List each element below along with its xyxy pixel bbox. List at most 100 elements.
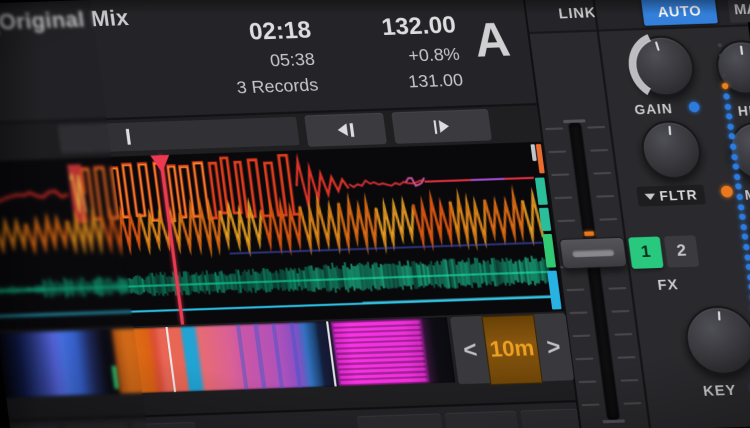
meter-dot xyxy=(745,264,750,270)
fader-tick xyxy=(548,150,566,153)
key-pointer xyxy=(686,307,750,374)
fader-tick xyxy=(617,356,635,359)
fader-tick xyxy=(569,311,587,314)
fader-handle-grip xyxy=(572,249,615,258)
chevron-down-icon xyxy=(644,193,655,200)
filter-pointer xyxy=(642,122,701,177)
overview-striation xyxy=(332,318,428,386)
fx1-button[interactable]: 1 xyxy=(628,236,664,268)
meter-dot xyxy=(724,103,731,109)
overview-blue-streaks xyxy=(222,323,307,391)
dj-app-window: ht (Original Mix 02:18 05:38 3 Records 1… xyxy=(0,0,750,428)
elapsed-time: 02:18 xyxy=(146,15,312,49)
filter-label: FLTR xyxy=(658,187,698,204)
key-knob[interactable] xyxy=(682,305,750,376)
zoom-range-value[interactable]: 10m xyxy=(482,314,543,385)
meter-dot xyxy=(739,214,746,220)
meter-dot xyxy=(738,204,745,210)
waveform-canvas xyxy=(0,142,564,331)
fader-orange-marker xyxy=(584,231,594,236)
fader-tick xyxy=(578,380,596,383)
meter-dot xyxy=(744,254,750,260)
waveform-display[interactable] xyxy=(0,142,564,331)
deck-a-panel: ht (Original Mix 02:18 05:38 3 Records 1… xyxy=(0,0,582,428)
track-overview-strip[interactable] xyxy=(0,317,455,398)
meter-dot xyxy=(740,224,747,230)
fader-tick xyxy=(551,173,569,176)
fader-tick xyxy=(620,379,638,382)
gain-knob[interactable] xyxy=(629,35,698,98)
filter-knob[interactable] xyxy=(638,120,704,181)
fx2-button[interactable]: 2 xyxy=(664,235,700,267)
fader-tick xyxy=(599,218,617,221)
total-time: 05:38 xyxy=(151,49,316,76)
fx-label: FX xyxy=(656,276,679,293)
fader-tick xyxy=(608,287,626,290)
hi-eq-knob[interactable] xyxy=(713,39,750,95)
fader-tick xyxy=(545,127,563,130)
filter-selector[interactable]: FLTR xyxy=(636,184,706,206)
meter-dot xyxy=(726,113,733,119)
gain-label: GAIN xyxy=(633,100,673,117)
gain-pointer xyxy=(628,33,700,100)
fader-tick xyxy=(611,310,629,313)
fader-tick xyxy=(557,219,575,222)
phrase-bar[interactable] xyxy=(58,117,300,154)
meter-dot xyxy=(730,143,737,149)
deck-bottom-button[interactable] xyxy=(65,424,135,428)
meter-dot xyxy=(735,184,742,190)
triangle-right-icon xyxy=(439,120,450,133)
fader-tick xyxy=(572,334,590,337)
meter-dot xyxy=(723,93,730,99)
fader-bottom-cap xyxy=(603,419,625,423)
loop-button[interactable] xyxy=(520,408,584,428)
meter-dot xyxy=(743,244,750,250)
hi-pointer xyxy=(715,42,750,94)
track-search-back-button[interactable] xyxy=(304,113,387,147)
fader-tick xyxy=(554,196,572,199)
fader-tick xyxy=(587,126,605,129)
meter-dot xyxy=(727,123,734,129)
meter-dot xyxy=(731,153,738,159)
meter-dot xyxy=(721,73,726,77)
photo-frame: ht (Original Mix 02:18 05:38 3 Records 1… xyxy=(0,0,750,428)
bar-icon xyxy=(350,123,354,137)
deck-header: ht (Original Mix 02:18 05:38 3 Records 1… xyxy=(0,0,537,125)
playhead-marker-icon xyxy=(150,155,171,173)
fader-tick xyxy=(623,402,641,405)
meter-dot xyxy=(736,194,743,200)
fader-top-cap xyxy=(563,119,585,123)
time-info-block: 02:18 05:38 3 Records xyxy=(146,15,319,101)
fader-tick xyxy=(614,333,632,336)
bar-icon xyxy=(433,120,437,134)
tempo-fader-handle[interactable] xyxy=(559,237,628,270)
deck-bottom-button[interactable] xyxy=(132,422,202,428)
tempo-fader-track[interactable] xyxy=(569,123,620,420)
overview-zoom-control: < 10m > xyxy=(450,313,574,384)
phrase-position-marker-icon xyxy=(126,129,131,145)
link-button[interactable]: LINK xyxy=(557,3,597,21)
tempo-percent: +0.8% xyxy=(324,44,461,70)
gain-blue-dot xyxy=(688,102,700,113)
track-title: ht (Original Mix xyxy=(0,6,130,37)
artist-name: 3 Records xyxy=(154,75,319,102)
fader-tick xyxy=(596,195,614,198)
filter-orange-dot xyxy=(720,186,733,198)
key-label: KEY xyxy=(702,381,738,399)
loop-out-button[interactable]: OUT xyxy=(445,411,524,428)
triangle-left-icon xyxy=(337,123,348,136)
track-search-forward-button[interactable] xyxy=(391,109,492,144)
fader-tick xyxy=(566,288,584,291)
hi-label: HI xyxy=(737,103,750,119)
current-bpm: 132.00 xyxy=(319,10,457,43)
meter-dot xyxy=(719,53,724,57)
bpm-info-block: 132.00 +0.8% 131.00 xyxy=(319,10,464,95)
fader-tick xyxy=(590,149,608,152)
loop-in-button[interactable]: IN xyxy=(356,413,447,428)
meter-dot xyxy=(734,174,741,180)
loop-section-row: IN OUT xyxy=(9,400,580,428)
fader-tick xyxy=(581,404,599,407)
deck-letter: A xyxy=(471,11,513,69)
mid-eq-knob[interactable] xyxy=(726,121,750,182)
mid-label: MID xyxy=(744,186,750,203)
